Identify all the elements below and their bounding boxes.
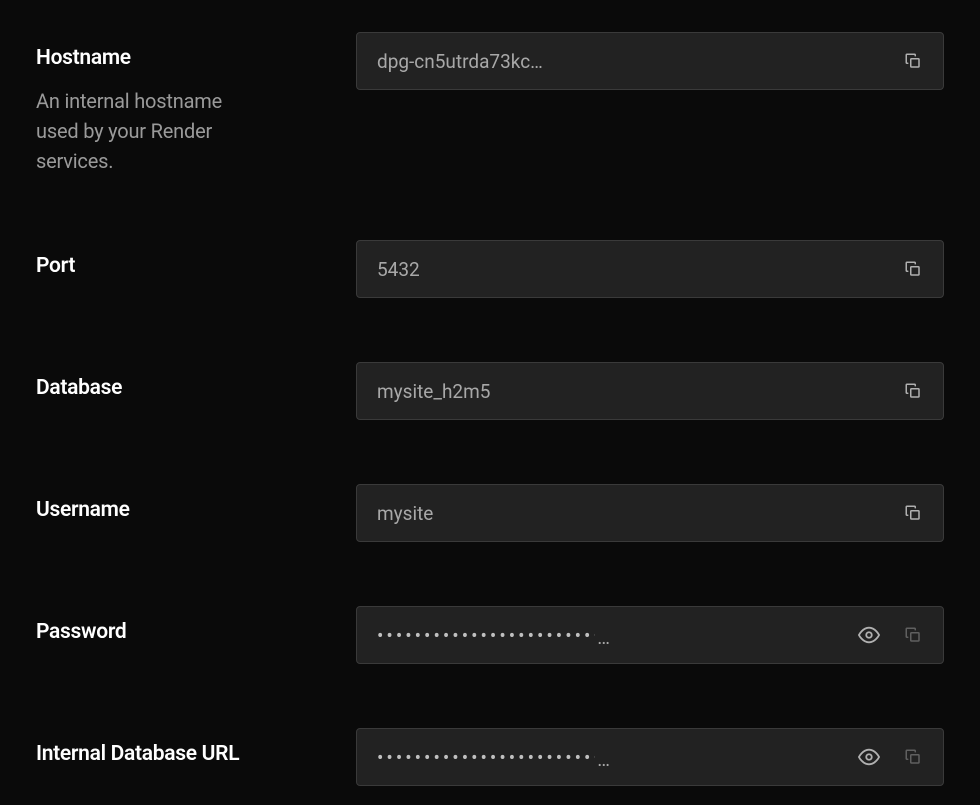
hostname-label: Hostname xyxy=(36,46,356,70)
port-value-col: 5432 xyxy=(356,240,944,298)
internal-db-url-value-box: ••••••••••••••••••••••••••••••••••••••••… xyxy=(356,728,944,786)
password-row: Password •••••••••••••••••••••••••••••••… xyxy=(36,606,944,664)
internal-db-url-reveal-button[interactable] xyxy=(851,739,887,775)
hostname-value-box: dpg-cn5utrda73kc… xyxy=(356,32,944,90)
eye-icon xyxy=(858,624,880,646)
password-value-box: ••••••••••••••••••••••••••••••••••••••••… xyxy=(356,606,944,664)
username-label: Username xyxy=(36,498,356,522)
eye-icon xyxy=(858,746,880,768)
database-copy-button[interactable] xyxy=(895,373,931,409)
internal-db-url-label: Internal Database URL xyxy=(36,742,356,766)
password-reveal-button[interactable] xyxy=(851,617,887,653)
database-value-col: mysite_h2m5 xyxy=(356,362,944,420)
hostname-row: Hostname An internal hostname used by yo… xyxy=(36,32,944,176)
database-row: Database mysite_h2m5 xyxy=(36,362,944,420)
username-value-box: mysite xyxy=(356,484,944,542)
hostname-description: An internal hostname used by your Render… xyxy=(36,86,256,176)
password-value-col: ••••••••••••••••••••••••••••••••••••••••… xyxy=(356,606,944,664)
database-value: mysite_h2m5 xyxy=(377,380,887,403)
database-label: Database xyxy=(36,376,356,400)
password-masked-value: ••••••••••••••••••••••••••••••••••••••••… xyxy=(377,624,610,647)
copy-icon xyxy=(904,382,922,400)
internal-db-url-masked-value: ••••••••••••••••••••••••••••••••••••••••… xyxy=(377,746,610,769)
password-label-col: Password xyxy=(36,606,356,644)
database-label-col: Database xyxy=(36,362,356,400)
password-label: Password xyxy=(36,620,356,644)
copy-icon xyxy=(904,52,922,70)
port-label: Port xyxy=(36,254,356,278)
internal-db-url-label-col: Internal Database URL xyxy=(36,728,356,766)
hostname-copy-button[interactable] xyxy=(895,43,931,79)
hostname-value-col: dpg-cn5utrda73kc… xyxy=(356,32,944,90)
username-value-col: mysite xyxy=(356,484,944,542)
database-value-box: mysite_h2m5 xyxy=(356,362,944,420)
internal-db-url-row: Internal Database URL ••••••••••••••••••… xyxy=(36,728,944,786)
port-value-box: 5432 xyxy=(356,240,944,298)
copy-icon xyxy=(904,504,922,522)
username-value: mysite xyxy=(377,502,887,525)
port-copy-button[interactable] xyxy=(895,251,931,287)
hostname-value: dpg-cn5utrda73kc… xyxy=(377,50,887,73)
internal-db-url-value-col: ••••••••••••••••••••••••••••••••••••••••… xyxy=(356,728,944,786)
username-copy-button[interactable] xyxy=(895,495,931,531)
username-row: Username mysite xyxy=(36,484,944,542)
copy-icon xyxy=(904,260,922,278)
port-label-col: Port xyxy=(36,240,356,278)
username-label-col: Username xyxy=(36,484,356,522)
copy-icon xyxy=(904,626,922,644)
hostname-label-col: Hostname An internal hostname used by yo… xyxy=(36,32,356,176)
port-value: 5432 xyxy=(377,258,887,281)
internal-db-url-copy-button[interactable] xyxy=(895,739,931,775)
port-row: Port 5432 xyxy=(36,240,944,298)
copy-icon xyxy=(904,748,922,766)
password-copy-button[interactable] xyxy=(895,617,931,653)
